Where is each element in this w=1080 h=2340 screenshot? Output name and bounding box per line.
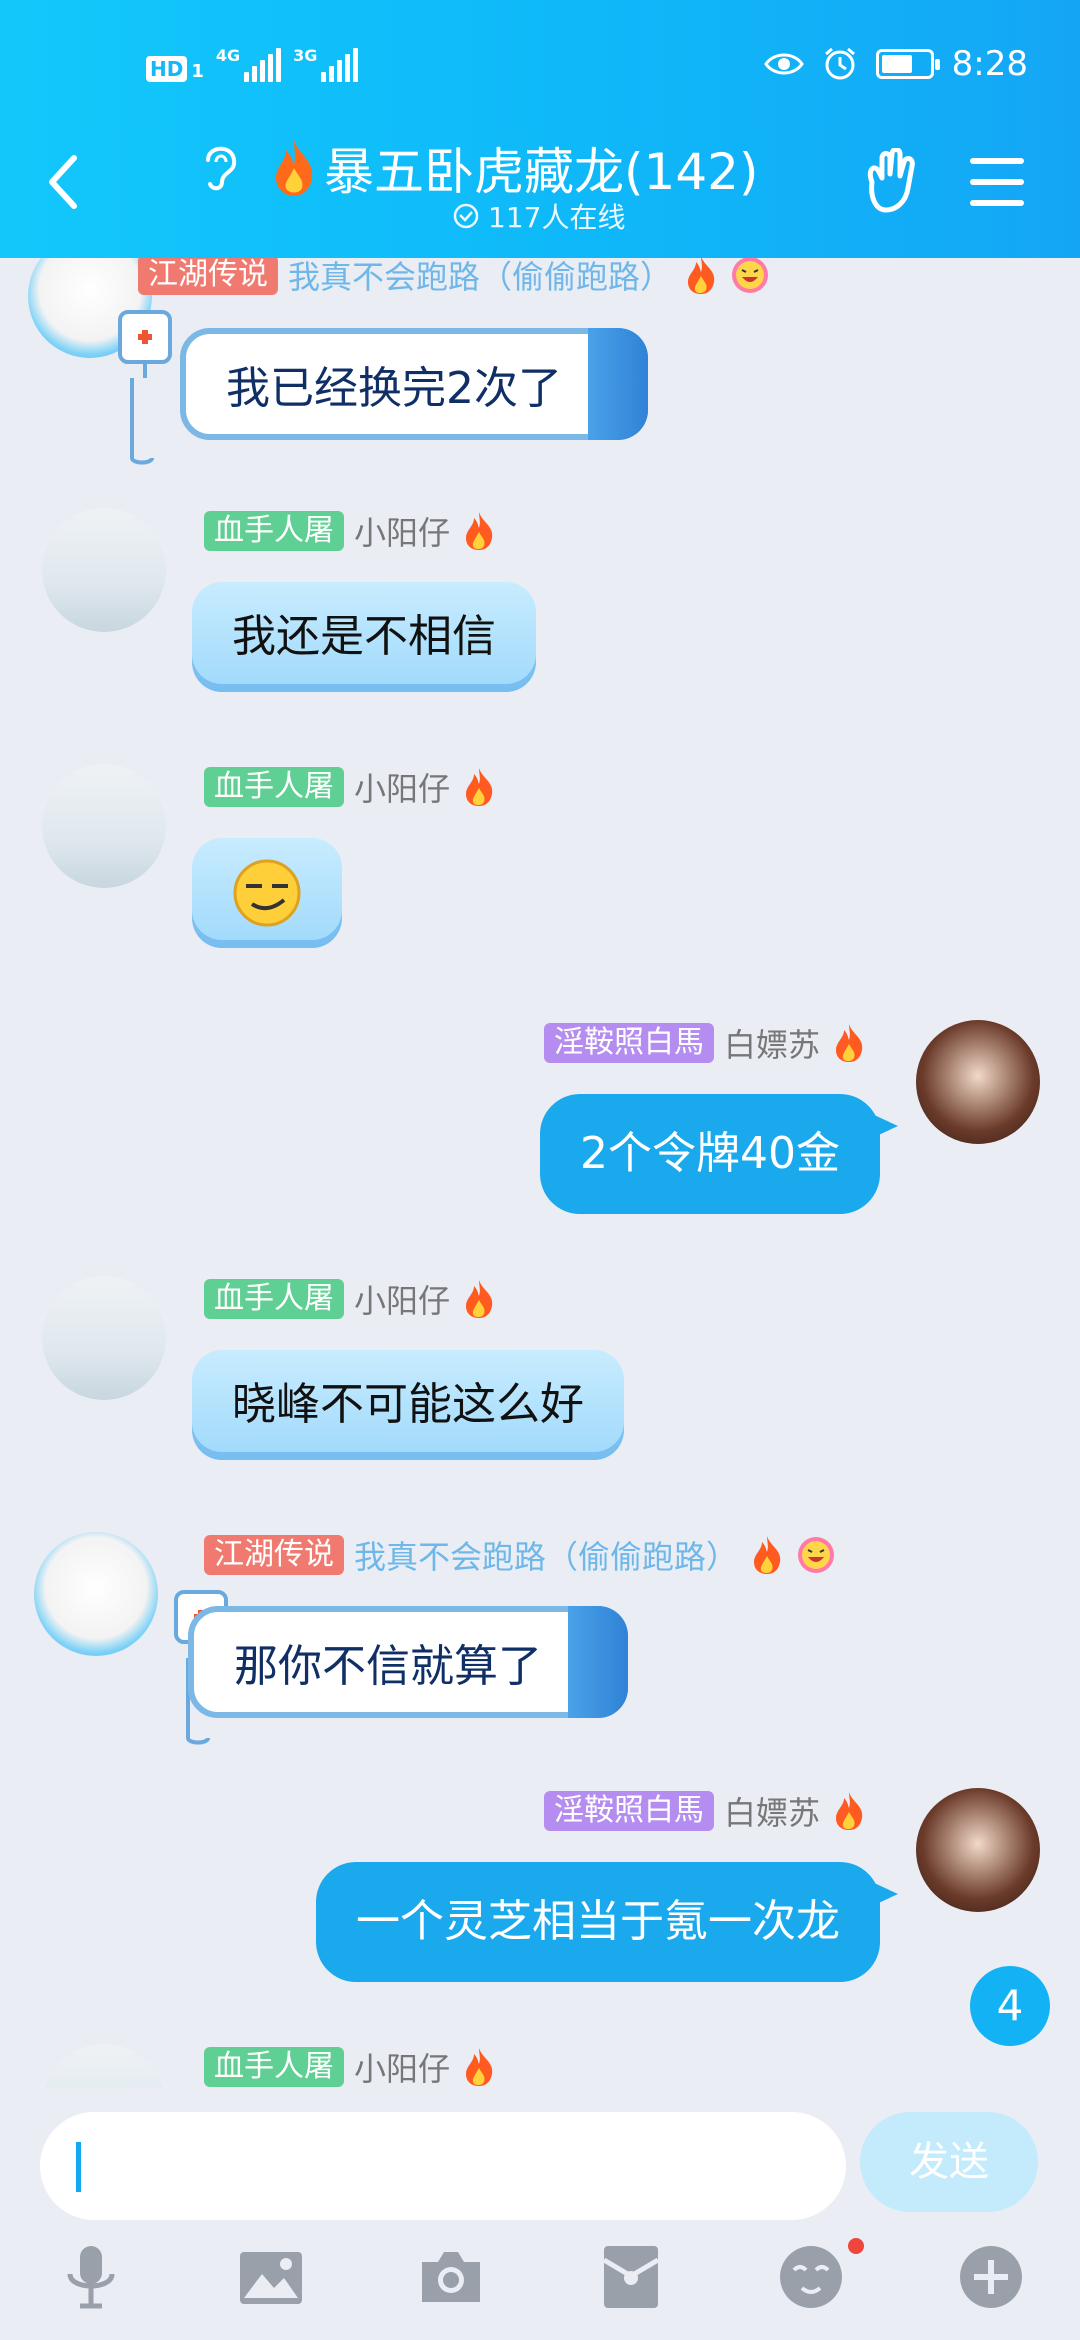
message-bubble[interactable]: [192, 838, 342, 948]
message-list[interactable]: 江湖传说 我真不会跑路（偷偷跑路） 我已经换完2次了 血手人屠 小阳仔 我还是不…: [0, 258, 1080, 2088]
status-left: HD 1 4G 3G: [146, 48, 359, 82]
title-tag: 血手人屠: [204, 511, 344, 551]
title-tag: 血手人屠: [204, 1279, 344, 1319]
unread-badge[interactable]: 4: [970, 1966, 1050, 2046]
check-circle-icon: [453, 203, 479, 229]
sender-name[interactable]: 我真不会跑路（偷偷跑路）: [288, 258, 672, 298]
flame-icon: [688, 258, 715, 294]
iv-drip-icon: [118, 310, 172, 465]
sender-line: 血手人屠 小阳仔: [204, 764, 498, 810]
status-bar: HD 1 4G 3G 8:28: [0, 0, 1080, 128]
notification-dot: [848, 2238, 864, 2254]
avatar[interactable]: [42, 2044, 166, 2088]
send-button[interactable]: 发送: [860, 2112, 1038, 2212]
image-icon[interactable]: [236, 2242, 306, 2312]
flame-icon: [836, 1792, 863, 1830]
title-tag: 血手人屠: [204, 2047, 344, 2087]
title-tag: 淫鞍照白馬: [543, 1791, 714, 1831]
sender-line: 江湖传说 我真不会跑路（偷偷跑路）: [138, 258, 770, 298]
message-input[interactable]: [40, 2112, 846, 2220]
fire-icon: [276, 140, 313, 196]
avatar[interactable]: [42, 764, 166, 888]
sender-name[interactable]: 小阳仔: [354, 2044, 450, 2088]
sender-name[interactable]: 白嫖苏: [724, 1020, 820, 1066]
sender-line: 血手人屠 小阳仔: [204, 508, 498, 554]
sender-line: 淫鞍照白馬 白嫖苏: [543, 1020, 868, 1066]
signal-4g: 4G: [216, 48, 282, 82]
sender-name[interactable]: 白嫖苏: [724, 1788, 820, 1834]
avatar[interactable]: [34, 1532, 158, 1656]
online-count: 117人在线: [452, 196, 625, 236]
avatar[interactable]: [42, 508, 166, 632]
sender-line: 血手人屠 小阳仔: [204, 1276, 498, 1322]
message-bubble[interactable]: 一个灵芝相当于氪一次龙: [316, 1862, 898, 1982]
hd-sub: 1: [191, 61, 204, 82]
emoji-icon[interactable]: [776, 2242, 846, 2312]
status-right: 8:28: [763, 44, 1028, 84]
sender-name[interactable]: 小阳仔: [354, 764, 450, 810]
laughing-face-icon: [732, 258, 769, 293]
signal-bars-icon: [244, 48, 282, 82]
eye-icon: [763, 53, 804, 75]
avatar[interactable]: [42, 1276, 166, 1400]
ear-icon[interactable]: [196, 138, 244, 194]
group-title[interactable]: 暴五卧虎藏龙(142): [268, 132, 758, 204]
message-bubble[interactable]: 我还是不相信: [192, 582, 536, 692]
flame-icon: [466, 1280, 493, 1318]
hd-badge: HD: [146, 56, 188, 82]
microphone-icon[interactable]: [56, 2242, 126, 2312]
chat-header: HD 1 4G 3G 8:28 暴五卧虎藏龙(142) 117人在线: [0, 0, 1080, 258]
signal-bars-icon: [321, 48, 359, 82]
camera-icon[interactable]: [416, 2242, 486, 2312]
title-tag: 江湖传说: [138, 258, 278, 295]
sender-line: 淫鞍照白馬 白嫖苏: [543, 1788, 868, 1834]
laughing-face-icon: [798, 1537, 835, 1573]
alarm-icon: [824, 47, 855, 80]
signal-3g: 3G: [293, 48, 359, 82]
clock: 8:28: [951, 44, 1028, 84]
title-tag: 淫鞍照白馬: [543, 1023, 714, 1063]
flame-icon: [466, 768, 493, 806]
avatar[interactable]: [916, 1020, 1040, 1144]
flame-icon: [754, 1536, 781, 1574]
text-caret: [76, 2142, 81, 2192]
menu-icon[interactable]: [970, 158, 1024, 206]
message-bubble[interactable]: 我已经换完2次了: [180, 328, 648, 440]
red-packet-icon[interactable]: [596, 2242, 666, 2312]
hand-gesture-icon[interactable]: [858, 148, 924, 214]
avatar[interactable]: [916, 1788, 1040, 1912]
message-bubble[interactable]: 晓峰不可能这么好: [192, 1350, 624, 1460]
input-bar: 发送: [0, 2088, 1080, 2220]
flame-icon: [836, 1024, 863, 1062]
title-tag: 江湖传说: [204, 1535, 344, 1575]
smirk-emoji-icon: [233, 859, 301, 927]
input-toolbar: [0, 2232, 1080, 2340]
sender-name[interactable]: 我真不会跑路（偷偷跑路）: [354, 1532, 738, 1578]
sender-line: 血手人屠 小阳仔: [204, 2044, 498, 2088]
sender-line: 江湖传说 我真不会跑路（偷偷跑路）: [204, 1532, 836, 1578]
flame-icon: [466, 512, 493, 550]
flame-icon: [466, 2048, 493, 2086]
back-icon[interactable]: [40, 150, 88, 214]
message-bubble[interactable]: 那你不信就算了: [188, 1606, 628, 1718]
message-bubble[interactable]: 2个令牌40金: [540, 1094, 898, 1214]
battery-icon: [875, 49, 940, 79]
plus-icon[interactable]: [956, 2242, 1026, 2312]
page-title: 暴五卧虎藏龙(142): [324, 143, 759, 201]
sender-name[interactable]: 小阳仔: [354, 508, 450, 554]
sender-name[interactable]: 小阳仔: [354, 1276, 450, 1322]
battery-fill: [881, 55, 912, 73]
online-count-text: 117人在线: [488, 201, 626, 234]
title-tag: 血手人屠: [204, 767, 344, 807]
